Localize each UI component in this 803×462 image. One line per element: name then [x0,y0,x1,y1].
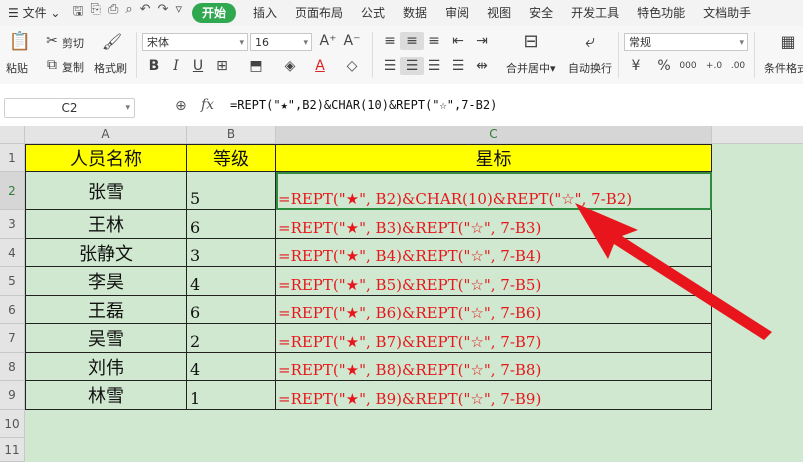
tab-view[interactable]: 视图 [478,0,520,26]
ribbon: 📋 粘贴 ✂ 剪切 ⧉ 复制 🖌 格式刷 宋体 ▾ 16 ▾ A⁺ A⁻ B I U… [0,26,803,85]
font-increase-icon[interactable]: A⁺ [316,32,340,50]
name-box[interactable]: C2 ▾ [4,98,135,118]
save-icon[interactable]: 🖫 [72,2,83,24]
format-icon[interactable]: ⎘ [91,2,101,24]
tab-doc-assistant[interactable]: 文档助手 [694,0,760,26]
redo-icon[interactable]: ↷ [158,2,169,24]
fx-icon[interactable]: fx [201,97,214,113]
cut-button[interactable]: 剪切 [62,35,84,51]
font-decrease-icon[interactable]: A⁻ [340,32,364,50]
arrow-shape [575,203,772,340]
formula-bar: C2 ▾ ⊕ fx =REPT("★",B2)&CHAR(10)&REPT("☆"… [0,84,803,126]
ribbon-separator [136,32,137,78]
ribbon-separator [372,32,373,78]
underline-icon[interactable]: U [186,57,210,75]
align-center-icon[interactable]: ☰ [400,57,424,75]
increase-decimal-icon[interactable]: +.0 [702,57,726,75]
thousands-icon[interactable]: 000 [676,57,700,75]
percent-icon[interactable]: % [652,57,676,75]
align-left-icon[interactable]: ☰ [378,57,402,75]
italic-icon[interactable]: I [164,57,188,75]
wrap-text-button[interactable]: 自动换行 [568,60,612,76]
align-top-icon[interactable]: ≡ [378,32,402,50]
fill-color-icon[interactable]: ⬒ [244,57,268,75]
merge-center-button[interactable]: 合并居中▾ [506,60,556,76]
align-right-icon[interactable]: ☰ [422,57,446,75]
decrease-decimal-icon[interactable]: .00 [726,57,750,75]
undo-icon[interactable]: ↶ [140,2,151,24]
format-painter-button[interactable]: 格式刷 [94,60,127,76]
font-name-select[interactable]: 宋体 ▾ [142,33,248,51]
preview-icon[interactable]: ⌕ [125,2,132,24]
font-color-icon[interactable]: A [308,57,332,75]
menu-bar: ☰ 文件 ⌄ 🖫 ⎘ ⎙ ⌕ ↶ ↷ ▿ 开始 插入 页面布局 公式 数据 审阅… [0,0,803,26]
tab-developer[interactable]: 开发工具 [562,0,628,26]
zoom-icon[interactable]: ⊕ [175,98,187,114]
bold-icon[interactable]: B [142,57,166,75]
file-menu[interactable]: 文件 [23,6,47,20]
menu-icon[interactable]: ☰ 文件 ⌄ [0,0,66,26]
tab-page-layout[interactable]: 页面布局 [286,0,352,26]
ribbon-separator [618,32,619,78]
formula-input[interactable]: =REPT("★",B2)&CHAR(10)&REPT("☆",7-B2) [230,98,497,112]
cut-icon[interactable]: ✂ [40,32,64,50]
conditional-format-icon[interactable]: ▦ [776,32,800,51]
indent-increase-icon[interactable]: ⇥ [470,32,494,50]
format-painter-icon[interactable]: 🖌 [100,32,124,51]
more-icon[interactable]: ▿ [175,2,182,24]
wrap-icon[interactable]: ⤶ [578,31,602,52]
print-icon[interactable]: ⎙ [108,2,118,24]
paste-button[interactable]: 粘贴 [6,60,28,76]
tab-insert[interactable]: 插入 [244,0,286,26]
merge-icon[interactable]: ⊟ [519,31,543,52]
tab-formula[interactable]: 公式 [352,0,394,26]
copy-icon[interactable]: ⧉ [40,56,64,74]
conditional-format-button[interactable]: 条件格式 [764,60,803,76]
ribbon-separator [754,32,755,78]
tab-features[interactable]: 特色功能 [628,0,694,26]
quick-access-toolbar: 🖫 ⎘ ⎙ ⌕ ↶ ↷ ▿ [66,2,188,24]
annotation-arrow [575,203,772,340]
paste-icon[interactable]: 📋 [8,31,32,52]
number-format-select[interactable]: 常规 ▾ [624,33,748,51]
indent-decrease-icon[interactable]: ⇤ [446,32,470,50]
highlight-icon[interactable]: ◈ [278,57,302,75]
currency-icon[interactable]: ¥ [624,57,648,75]
font-size-select[interactable]: 16 ▾ [250,33,312,51]
align-middle-icon[interactable]: ≡ [400,32,424,50]
tab-review[interactable]: 审阅 [436,0,478,26]
border-icon[interactable]: ⊞ [210,57,234,75]
copy-button[interactable]: 复制 [62,59,84,75]
tab-security[interactable]: 安全 [520,0,562,26]
distributed-icon[interactable]: ⇹ [470,57,494,75]
clear-icon[interactable]: ◇ [340,57,364,75]
tab-start[interactable]: 开始 [191,3,236,23]
tab-data[interactable]: 数据 [394,0,436,26]
align-bottom-icon[interactable]: ≡ [422,32,446,50]
spreadsheet-grid: A B C 1 2 3 4 5 6 7 8 9 10 11 人员名称 等级 星标… [0,126,803,462]
justify-icon[interactable]: ☰ [446,57,470,75]
